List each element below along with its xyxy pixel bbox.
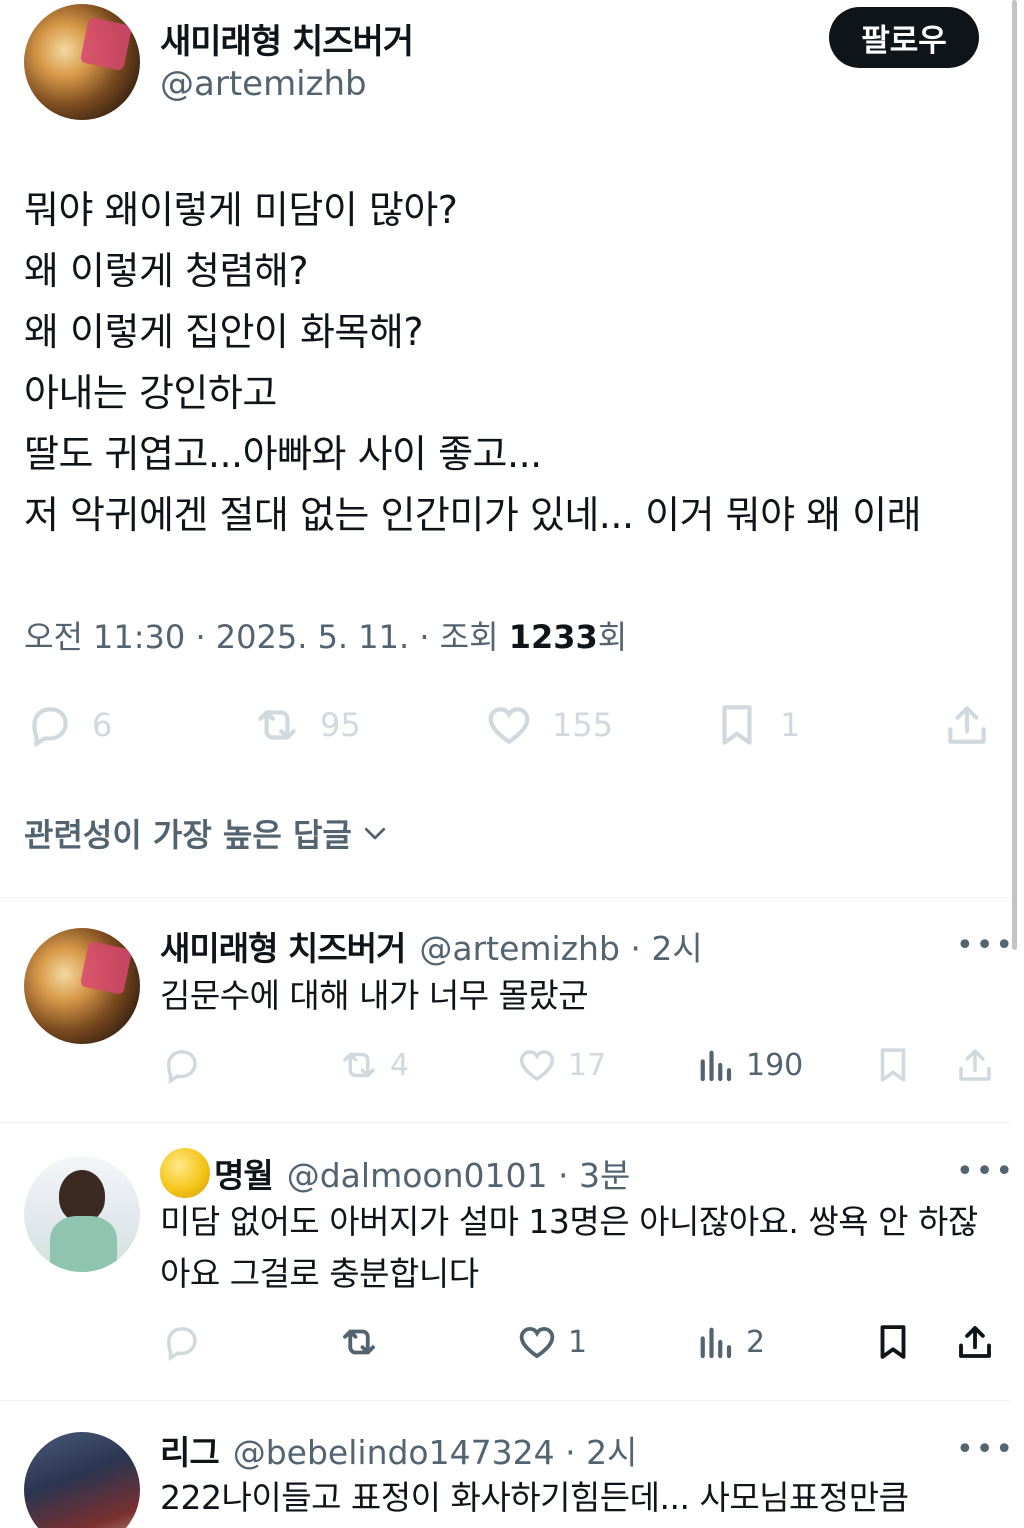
- divider: [0, 897, 1010, 898]
- more-icon[interactable]: •••: [956, 1154, 1015, 1189]
- reply-text: 222나이들고 표정이 화사하기힘든데... 사모님표정만큼: [160, 1478, 909, 1517]
- tweet-line: 저 악귀에겐 절대 없는 인간미가 있네... 이거 뭐야 왜 이래: [24, 493, 922, 537]
- heart-icon: [488, 707, 530, 745]
- retweet-count: 95: [320, 706, 361, 744]
- tweet-line: 딸도 귀엽고...아빠와 사이 좋고...: [24, 432, 542, 476]
- author-handle[interactable]: @artemizhb: [160, 64, 367, 104]
- reply-icon: [32, 707, 68, 748]
- share-button[interactable]: [942, 700, 992, 750]
- sort-label: 관련성이 가장 높은 답글: [24, 816, 352, 854]
- like-button[interactable]: 1: [516, 1321, 587, 1363]
- reply-button[interactable]: 6: [24, 700, 112, 750]
- bookmark-icon: [880, 1048, 906, 1082]
- share-icon: [948, 706, 986, 744]
- heart-icon: [519, 1326, 555, 1359]
- tweet-line: 왜 이렇게 청렴해?: [24, 249, 309, 293]
- reply-sort-dropdown[interactable]: 관련성이 가장 높은 답글: [24, 810, 390, 856]
- bookmark-button[interactable]: 1: [712, 700, 800, 750]
- bookmark-count: 1: [780, 706, 801, 744]
- retweet-count: 4: [390, 1047, 410, 1083]
- reply-author-name: 새미래형 치즈버거: [160, 929, 406, 968]
- tweet-text: 뭐야 왜이렇게 미담이 많아? 왜 이렇게 청렴해? 왜 이렇게 집안이 화목해…: [24, 180, 1000, 546]
- divider: [0, 1400, 1010, 1401]
- reply-author-handle: @dalmoon0101 · 3분: [286, 1156, 631, 1195]
- reply-avatar[interactable]: [24, 1156, 140, 1272]
- reply-avatar[interactable]: [24, 928, 140, 1044]
- like-button[interactable]: 155: [484, 700, 613, 750]
- tweet-line: 왜 이렇게 집안이 화목해?: [24, 310, 424, 354]
- retweet-button[interactable]: [338, 1321, 380, 1363]
- reply-text: 미담 없어도 아버지가 설마 13명은 아니잖아요. 쌍욕 안 하잖아요 그걸로…: [160, 1202, 978, 1293]
- reply-button[interactable]: [160, 1321, 202, 1363]
- views-count: 190: [746, 1047, 804, 1083]
- bookmark-button[interactable]: [872, 1321, 914, 1363]
- tweet-line: 뭐야 왜이렇게 미담이 많아?: [24, 188, 458, 232]
- like-button[interactable]: 17: [516, 1044, 606, 1086]
- retweet-icon: [258, 710, 296, 740]
- tweet-time: 오전 11:30 · 2025. 5. 11. · 조회: [24, 618, 509, 656]
- moon-emoji-icon: [160, 1148, 210, 1198]
- retweet-icon: [343, 1052, 375, 1078]
- heart-icon: [519, 1050, 555, 1082]
- reply-author[interactable]: 리그 @bebelindo147324 · 2시: [160, 1426, 637, 1474]
- reply-author-name: 명월: [214, 1156, 274, 1195]
- views-button[interactable]: 190: [694, 1044, 803, 1086]
- bookmark-icon: [722, 705, 752, 745]
- share-icon: [959, 1049, 991, 1081]
- bookmark-icon: [880, 1325, 906, 1359]
- bookmark-button[interactable]: [872, 1044, 914, 1086]
- share-button[interactable]: [954, 1321, 996, 1363]
- like-count: 17: [568, 1047, 607, 1083]
- author-avatar[interactable]: [24, 4, 140, 120]
- like-count: 1: [568, 1324, 588, 1360]
- retweet-button[interactable]: 95: [252, 700, 361, 750]
- reply-icon: [166, 1050, 197, 1084]
- author-name[interactable]: 새미래형 치즈버거: [160, 14, 414, 63]
- reply-count: 6: [92, 706, 113, 744]
- scrollbar[interactable]: [1012, 0, 1017, 950]
- reply-author-name: 리그: [160, 1433, 220, 1472]
- divider: [0, 1122, 1010, 1123]
- share-button[interactable]: [954, 1044, 996, 1086]
- views-icon: [700, 1327, 732, 1359]
- reply-author-handle: @bebelindo147324 · 2시: [232, 1433, 638, 1472]
- reply-icon: [166, 1327, 197, 1361]
- follow-button[interactable]: 팔로우: [829, 7, 979, 68]
- reply-author[interactable]: 명월 @dalmoon0101 · 3분: [160, 1148, 630, 1198]
- views-count: 2: [746, 1324, 766, 1360]
- reply-author[interactable]: 새미래형 치즈버거 @artemizhb · 2시: [160, 922, 703, 970]
- views-button[interactable]: 2: [694, 1321, 765, 1363]
- reply-avatar[interactable]: [24, 1432, 140, 1528]
- like-count: 155: [552, 706, 614, 744]
- view-suffix: 회: [597, 618, 628, 656]
- tweet-meta: 오전 11:30 · 2025. 5. 11. · 조회 1233회: [24, 612, 627, 658]
- more-icon[interactable]: •••: [956, 928, 1015, 963]
- retweet-icon: [343, 1329, 375, 1355]
- reply-text: 김문수에 대해 내가 너무 몰랐군: [160, 976, 589, 1015]
- views-icon: [700, 1050, 732, 1082]
- more-icon[interactable]: •••: [956, 1432, 1015, 1467]
- retweet-button[interactable]: 4: [338, 1044, 409, 1086]
- share-icon: [959, 1326, 991, 1358]
- tweet-line: 아내는 강인하고: [24, 371, 277, 415]
- reply-button[interactable]: [160, 1044, 202, 1086]
- chevron-down-icon: [364, 827, 385, 840]
- reply-author-handle: @artemizhb · 2시: [419, 929, 703, 968]
- view-count: 1233: [508, 618, 598, 656]
